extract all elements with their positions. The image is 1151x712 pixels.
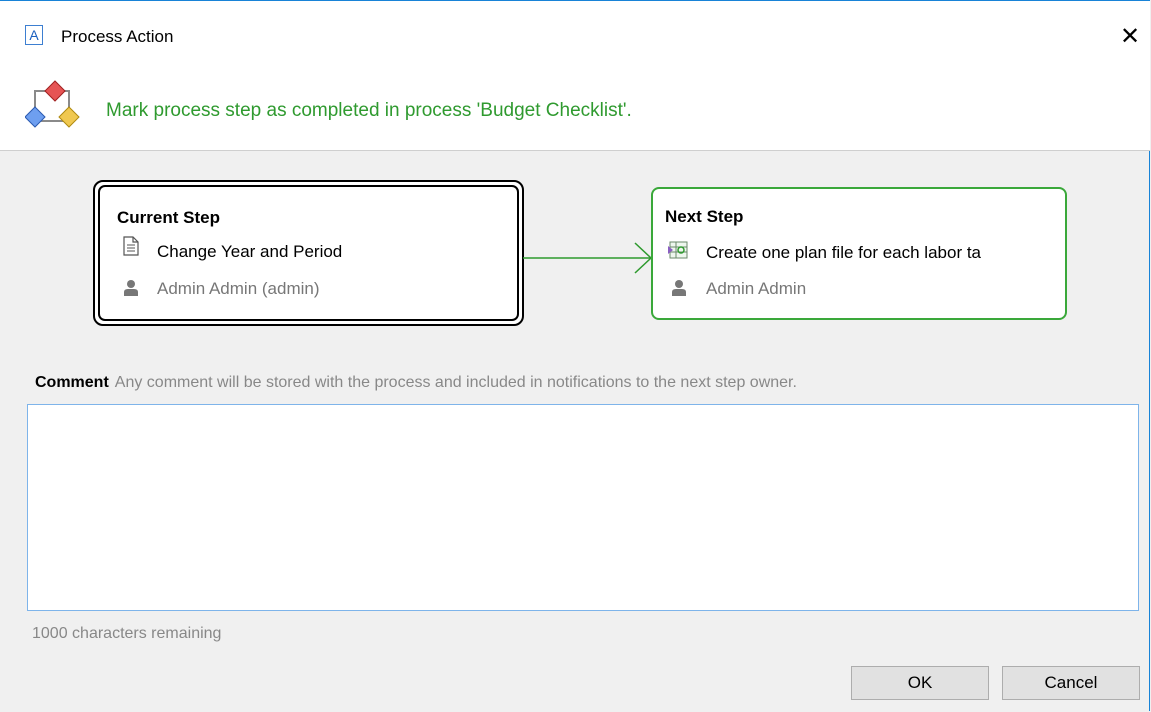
window-title: Process Action xyxy=(61,27,174,46)
plan-file-icon xyxy=(668,241,688,259)
user-icon xyxy=(124,280,138,296)
close-button[interactable]: ✕ xyxy=(1112,18,1148,54)
user-icon xyxy=(672,280,686,296)
app-icon: A xyxy=(25,25,43,45)
header-band: Mark process step as completed in proces… xyxy=(0,74,1150,151)
cancel-button[interactable]: Cancel xyxy=(1002,666,1140,700)
comment-textarea[interactable] xyxy=(27,404,1139,611)
current-step-owner: Admin Admin (admin) xyxy=(157,279,320,298)
current-step-card: Current Step Change Year and Period Admi… xyxy=(93,180,524,326)
chars-remaining: 1000 characters remaining xyxy=(32,625,222,642)
document-icon xyxy=(123,236,139,256)
next-step-card: Next Step Create one plan file for each … xyxy=(651,187,1067,320)
comment-title: Comment xyxy=(35,374,109,391)
current-step-title: Current Step xyxy=(117,208,220,227)
next-step-owner: Admin Admin xyxy=(706,279,807,298)
process-icon xyxy=(25,80,80,128)
next-step-title: Next Step xyxy=(665,207,744,226)
comment-hint: Any comment will be stored with the proc… xyxy=(114,374,797,391)
step-connector-arrow xyxy=(523,242,653,274)
header-message: Mark process step as completed in proces… xyxy=(106,100,632,121)
title-bar: A Process Action ✕ xyxy=(0,1,1150,74)
next-step-task: Create one plan file for each labor ta xyxy=(706,243,982,262)
ok-button[interactable]: OK xyxy=(851,666,989,700)
process-action-dialog: A Process Action ✕ Mark process step as … xyxy=(0,0,1150,711)
current-step-task: Change Year and Period xyxy=(157,242,343,261)
comment-label: Comment Any comment will be stored with t… xyxy=(35,373,797,393)
